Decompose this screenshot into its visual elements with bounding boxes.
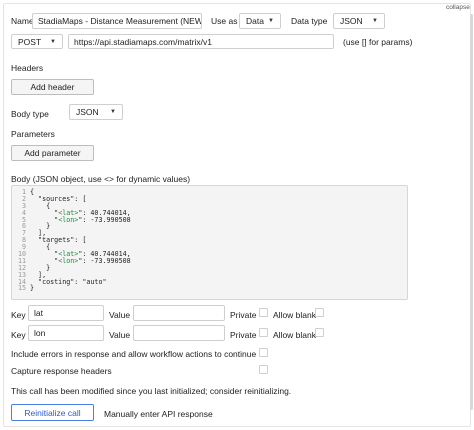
param-key-input[interactable]: lat (28, 305, 104, 321)
capture-headers-label: Capture response headers (11, 366, 112, 376)
param-key-value: lat (34, 308, 43, 318)
param-allow-blank-label: Allow blank (273, 310, 316, 320)
body-type-select[interactable]: JSON ▼ (69, 104, 123, 120)
param-allow-blank-label: Allow blank (273, 330, 316, 340)
data-type-value: JSON (340, 16, 363, 26)
reinitialize-call-label: Reinitialize call (24, 407, 81, 418)
param-key-label: Key (11, 310, 26, 320)
include-errors-checkbox[interactable] (259, 348, 268, 357)
add-parameter-button[interactable]: Add parameter (11, 145, 94, 161)
include-errors-label: Include errors in response and allow wor… (11, 349, 257, 359)
add-parameter-label: Add parameter (24, 148, 81, 158)
line-numbers: 1 2 3 4 5 6 7 8 9 10 11 12 13 14 15 (12, 189, 26, 292)
code-lines: { "sources": [ { "<lat>": 40.744014, "<l… (30, 189, 131, 292)
parameters-label: Parameters (11, 129, 55, 139)
name-input[interactable]: StadiaMaps - Distance Measurement (NEW (32, 13, 202, 29)
name-label: Name (11, 16, 34, 26)
body-label: Body (JSON object, use <> for dynamic va… (11, 174, 191, 184)
chevron-down-icon: ▼ (372, 18, 378, 24)
code-line: } (30, 284, 35, 293)
code-line: "costing": "auto" (30, 277, 107, 286)
name-input-value: StadiaMaps - Distance Measurement (NEW (38, 16, 202, 26)
url-input[interactable]: https://api.stadiamaps.com/matrix/v1 (68, 34, 334, 49)
param-allow-blank-checkbox[interactable] (315, 308, 324, 317)
use-as-label: Use as (211, 16, 238, 26)
param-allow-blank-checkbox[interactable] (315, 328, 324, 337)
headers-label: Headers (11, 63, 44, 73)
param-private-label: Private (230, 310, 257, 320)
use-as-value: Data (246, 16, 264, 26)
use-as-select[interactable]: Data ▼ (239, 13, 281, 29)
reinitialize-call-button[interactable]: Reinitialize call (11, 404, 94, 421)
param-key-label: Key (11, 330, 26, 340)
manual-response-link[interactable]: Manually enter API response (104, 409, 213, 419)
body-type-value: JSON (76, 107, 99, 117)
param-value-input[interactable] (133, 325, 225, 341)
body-code-editor[interactable]: 1 2 3 4 5 6 7 8 9 10 11 12 13 14 15 { "sources": [ { "… (11, 185, 408, 300)
method-value: POST (18, 36, 42, 47)
method-select[interactable]: POST ▼ (11, 34, 63, 49)
param-value-label: Value (109, 310, 131, 320)
chevron-down-icon: ▼ (50, 38, 56, 45)
param-value-label: Value (109, 330, 131, 340)
collapse-link[interactable]: collapse (446, 4, 470, 11)
data-type-select[interactable]: JSON ▼ (333, 13, 385, 29)
param-private-checkbox[interactable] (259, 328, 268, 337)
chevron-down-icon: ▼ (110, 109, 116, 115)
url-input-value: https://api.stadiamaps.com/matrix/v1 (74, 36, 212, 47)
param-value-input[interactable] (133, 305, 225, 321)
param-key-value: lon (34, 328, 46, 338)
line-number: 15 (17, 284, 26, 293)
add-header-label: Add header (30, 82, 75, 92)
modified-notice: This call has been modified since you la… (11, 386, 292, 396)
data-type-label: Data type (291, 16, 328, 26)
param-key-input[interactable]: lon (28, 325, 104, 341)
add-header-button[interactable]: Add header (11, 79, 94, 95)
param-private-checkbox[interactable] (259, 308, 268, 317)
scrollbar[interactable] (470, 14, 473, 410)
url-hint: (use [] for params) (343, 37, 413, 47)
param-private-label: Private (230, 330, 257, 340)
capture-headers-checkbox[interactable] (259, 365, 268, 374)
body-type-label: Body type (11, 109, 49, 119)
chevron-down-icon: ▼ (268, 18, 274, 24)
